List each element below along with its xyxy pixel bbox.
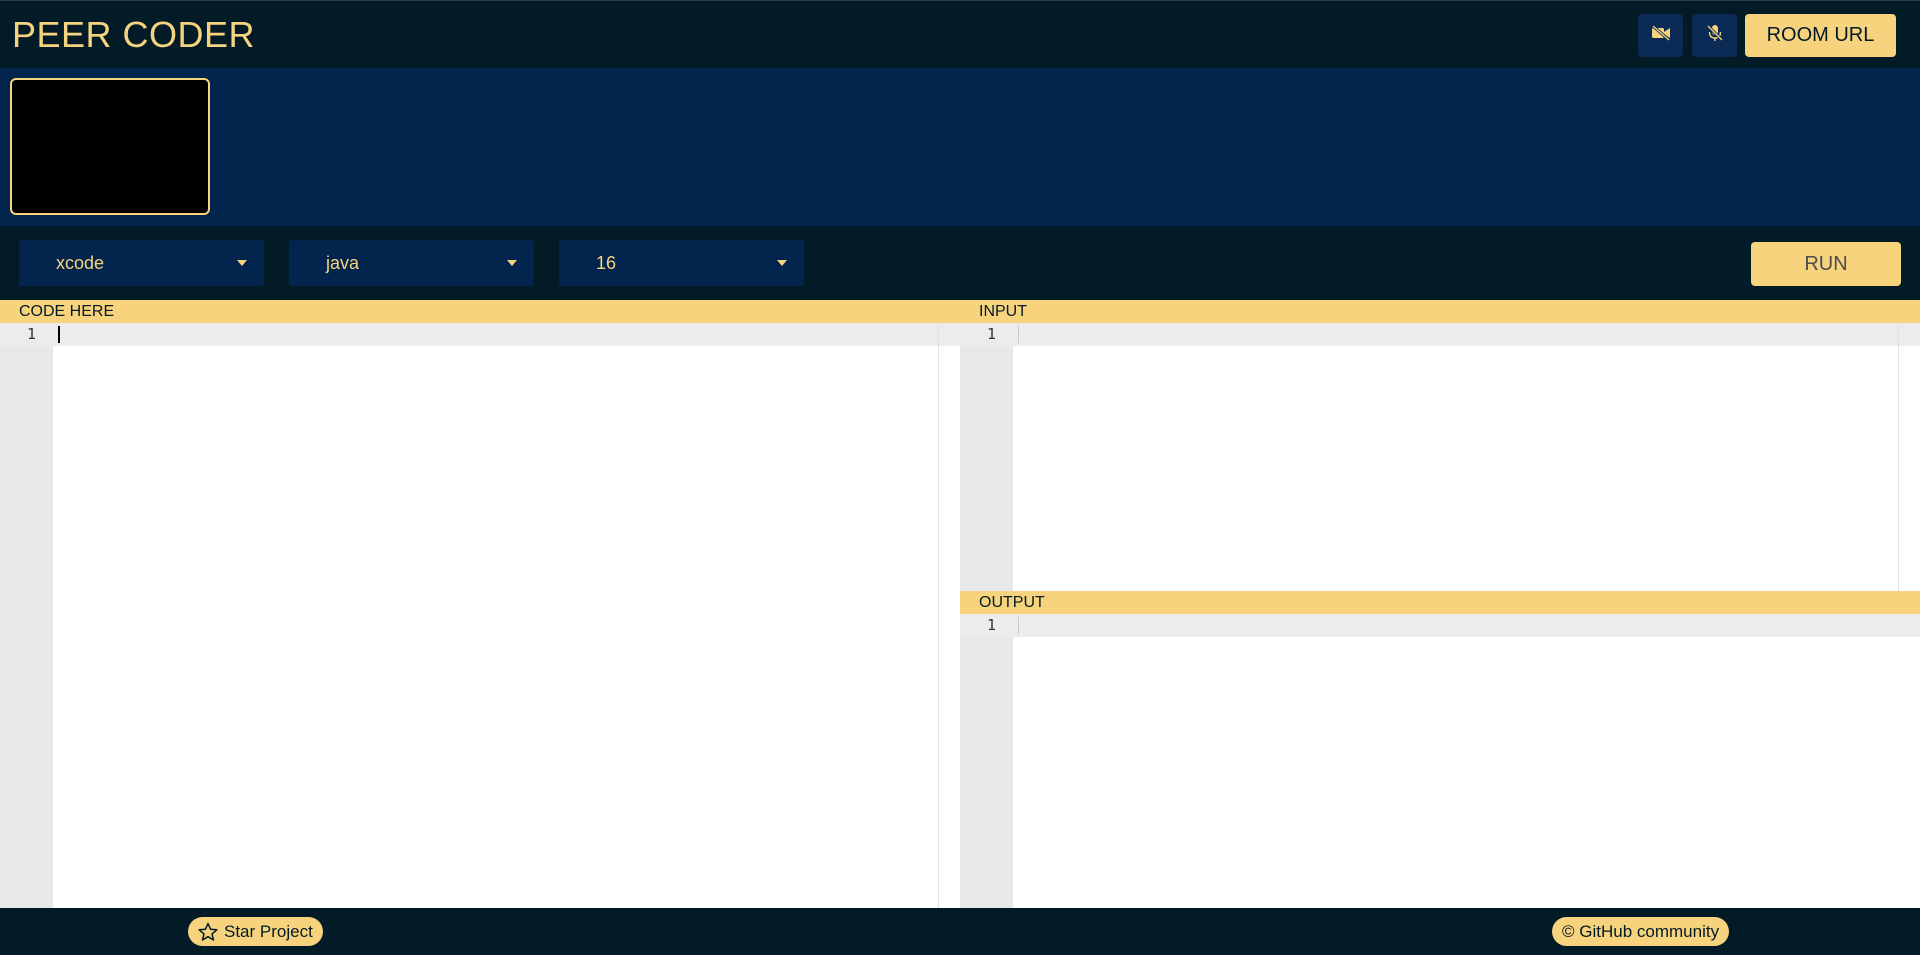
local-video-tile xyxy=(10,78,210,215)
app-title: PEER CODER xyxy=(12,14,256,55)
code-editor-active-line xyxy=(0,323,960,346)
line-number: 1 xyxy=(986,325,996,343)
video-toggle-button[interactable] xyxy=(1638,14,1683,57)
app-footer: Star Project © GitHub community xyxy=(0,908,1920,955)
print-margin xyxy=(938,323,939,908)
input-editor-gutter xyxy=(960,323,1013,591)
run-button[interactable]: RUN xyxy=(1751,242,1901,286)
code-pane-header: CODE HERE xyxy=(0,300,960,323)
output-editor-gutter xyxy=(960,614,1013,908)
text-cursor xyxy=(1018,326,1019,343)
text-cursor xyxy=(1018,617,1019,634)
font-size-select[interactable]: 16 xyxy=(559,240,804,286)
print-margin xyxy=(1898,323,1899,591)
theme-select-value: xcode xyxy=(56,252,105,273)
output-editor[interactable]: 1 xyxy=(960,614,1920,908)
input-editor-active-line xyxy=(960,323,1920,346)
line-number: 1 xyxy=(26,325,36,343)
video-strip xyxy=(0,68,1920,226)
room-url-button[interactable]: ROOM URL xyxy=(1745,14,1896,57)
theme-select[interactable]: xcode xyxy=(19,240,264,286)
chevron-down-icon xyxy=(237,260,247,266)
video-off-icon xyxy=(1651,24,1671,46)
input-editor[interactable]: 1 xyxy=(960,323,1920,591)
star-project-link[interactable]: Star Project xyxy=(188,917,323,946)
github-community-link[interactable]: © GitHub community xyxy=(1552,917,1730,946)
mic-off-icon xyxy=(1706,24,1723,47)
output-pane-label: OUTPUT xyxy=(979,593,1045,611)
line-number: 1 xyxy=(986,616,996,634)
editor-toolbar: xcode java 16 RUN xyxy=(0,226,1920,300)
language-select[interactable]: java xyxy=(289,240,534,286)
input-pane-header: INPUT xyxy=(960,300,1920,323)
output-pane-header: OUTPUT xyxy=(960,591,1920,614)
text-cursor xyxy=(58,326,60,343)
code-pane-label: CODE HERE xyxy=(19,302,115,320)
chevron-down-icon xyxy=(777,260,787,266)
language-select-value: java xyxy=(326,252,360,273)
input-pane-label: INPUT xyxy=(979,302,1027,320)
chevron-down-icon xyxy=(507,260,517,266)
font-size-select-value: 16 xyxy=(596,252,617,273)
app-header: PEER CODER ROOM URL xyxy=(0,0,1920,68)
output-editor-active-line xyxy=(960,614,1920,637)
star-icon xyxy=(198,922,218,942)
star-project-label: Star Project xyxy=(224,921,313,941)
code-editor-gutter xyxy=(0,323,53,908)
github-community-label: © GitHub community xyxy=(1562,921,1720,941)
mic-toggle-button[interactable] xyxy=(1692,14,1737,57)
code-editor[interactable]: 1 xyxy=(0,323,960,908)
